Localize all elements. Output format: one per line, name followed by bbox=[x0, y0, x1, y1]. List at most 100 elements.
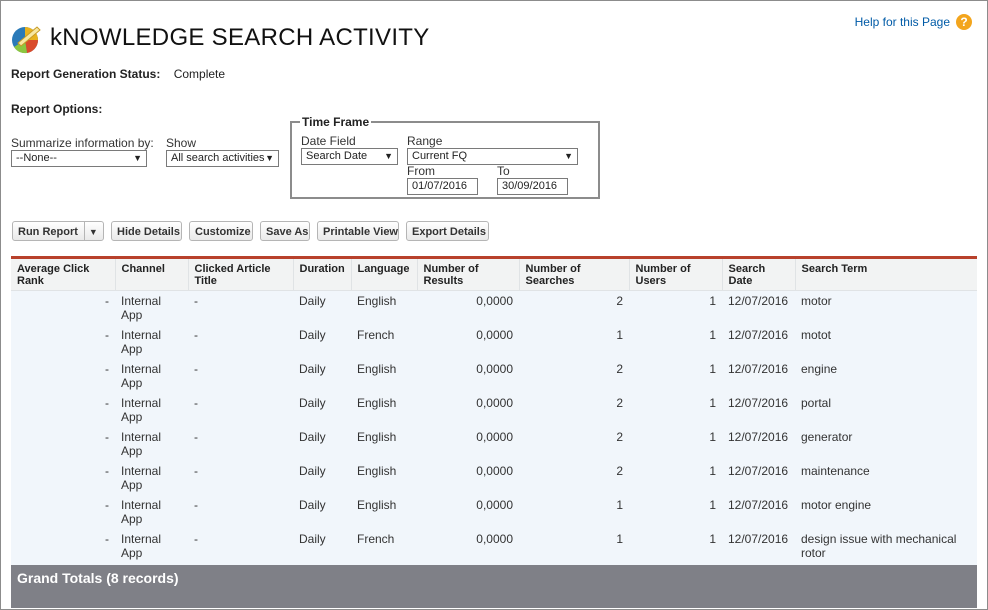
chevron-down-icon: ▼ bbox=[133, 153, 142, 163]
table-cell: - bbox=[194, 294, 198, 308]
table-cell: 1 bbox=[709, 498, 716, 512]
table-cell: 0,0000 bbox=[476, 362, 513, 376]
table-cell: 12/07/2016 bbox=[728, 532, 789, 546]
table-cell: - bbox=[105, 498, 109, 512]
button-divider bbox=[83, 222, 85, 240]
table-cell: - bbox=[194, 464, 198, 478]
table-cell: Daily bbox=[299, 532, 326, 546]
table-cell: Daily bbox=[299, 362, 326, 376]
table-cell: 12/07/2016 bbox=[728, 498, 789, 512]
table-cell: Internal App bbox=[121, 430, 162, 458]
table-cell: Internal App bbox=[121, 464, 162, 492]
save-as-button[interactable]: Save As bbox=[260, 221, 310, 241]
table-cell: Daily bbox=[299, 328, 326, 342]
table-cell: - bbox=[194, 362, 198, 376]
table-cell: motor bbox=[801, 294, 832, 308]
hide-details-button[interactable]: Hide Details bbox=[111, 221, 182, 241]
range-label: Range bbox=[407, 134, 443, 148]
customize-button[interactable]: Customize bbox=[189, 221, 253, 241]
table-cell: Internal App bbox=[121, 532, 162, 560]
table-cell: portal bbox=[801, 396, 832, 410]
summarize-select-value: --None-- bbox=[16, 152, 57, 164]
table-row: - Internal App - Daily English 0,0000 2 1 12/07/… bbox=[11, 291, 977, 326]
table-cell: 12/07/2016 bbox=[728, 294, 789, 308]
table-cell: 1 bbox=[709, 532, 716, 546]
table-cell: 2 bbox=[616, 362, 623, 376]
from-date-input[interactable]: 01/07/2016 bbox=[407, 178, 478, 195]
chevron-down-icon: ▼ bbox=[384, 151, 393, 161]
to-date-input[interactable]: 30/09/2016 bbox=[497, 178, 568, 195]
table-cell: Daily bbox=[299, 396, 326, 410]
run-report-button[interactable]: Run Report ▼ bbox=[12, 221, 104, 241]
table-cell: maintenance bbox=[801, 464, 870, 478]
table-row: - Internal App - Daily English 0,0000 2 1 12/07/… bbox=[11, 393, 977, 427]
date-field-value: Search Date bbox=[306, 150, 368, 162]
summarize-select[interactable]: --None-- ▼ bbox=[11, 150, 147, 167]
table-cell: - bbox=[105, 294, 109, 308]
table-cell: 12/07/2016 bbox=[728, 430, 789, 444]
table-cell: - bbox=[105, 464, 109, 478]
report-table: Average Click Rank Channel Clicked Article… bbox=[11, 259, 977, 563]
range-select[interactable]: Current FQ ▼ bbox=[407, 148, 578, 165]
grand-totals-label: Grand Totals (8 records) bbox=[17, 570, 179, 586]
table-cell: - bbox=[194, 430, 198, 444]
table-cell: 1 bbox=[616, 328, 623, 342]
status-value: Complete bbox=[173, 67, 226, 81]
column-header[interactable]: Channel bbox=[115, 259, 189, 291]
time-frame-legend: Time Frame bbox=[302, 115, 370, 129]
table-cell: - bbox=[105, 362, 109, 376]
column-header[interactable]: Number of Results bbox=[417, 259, 520, 291]
page-header: kNOWLEDGE SEARCH ACTIVITY bbox=[10, 18, 430, 58]
table-cell: English bbox=[357, 498, 397, 512]
table-cell: English bbox=[357, 430, 397, 444]
show-select-value: All search activities bbox=[171, 152, 265, 164]
show-select[interactable]: All search activities ▼ bbox=[166, 150, 279, 167]
table-cell: 1 bbox=[709, 430, 716, 444]
table-cell: - bbox=[194, 396, 198, 410]
help-link[interactable]: Help for this Page bbox=[855, 15, 950, 29]
column-header[interactable]: Search Term bbox=[795, 259, 977, 291]
column-header[interactable]: Number of Searches bbox=[519, 259, 630, 291]
table-cell: Daily bbox=[299, 294, 326, 308]
table-cell: - bbox=[105, 532, 109, 546]
column-header[interactable]: Duration bbox=[293, 259, 352, 291]
chevron-down-icon: ▼ bbox=[265, 153, 274, 163]
date-field-select[interactable]: Search Date ▼ bbox=[301, 148, 398, 165]
table-cell: motot bbox=[801, 328, 832, 342]
table-row: - Internal App - Daily English 0,0000 2 1 12/07/… bbox=[11, 359, 977, 393]
table-cell: Daily bbox=[299, 464, 326, 478]
chevron-down-icon[interactable]: ▼ bbox=[89, 227, 98, 237]
column-header[interactable]: Number of Users bbox=[629, 259, 723, 291]
table-row: - Internal App - Daily French 0,0000 1 1 12/07/2… bbox=[11, 529, 977, 563]
table-cell: 2 bbox=[616, 430, 623, 444]
table-cell: - bbox=[194, 532, 198, 546]
help-area: Help for this Page ? bbox=[855, 14, 972, 30]
report-table-container: Average Click Rank Channel Clicked Article… bbox=[11, 256, 977, 589]
column-header[interactable]: Average Click Rank bbox=[11, 259, 116, 291]
column-header[interactable]: Language bbox=[351, 259, 418, 291]
table-cell: - bbox=[194, 498, 198, 512]
table-cell: 1 bbox=[616, 532, 623, 546]
column-header[interactable]: Search Date bbox=[722, 259, 796, 291]
page-title: kNOWLEDGE SEARCH ACTIVITY bbox=[50, 24, 430, 51]
table-cell: generator bbox=[801, 430, 853, 444]
table-cell: 1 bbox=[709, 396, 716, 410]
range-value: Current FQ bbox=[412, 150, 468, 162]
help-icon[interactable]: ? bbox=[956, 14, 972, 30]
table-cell: 1 bbox=[709, 362, 716, 376]
table-cell: 1 bbox=[616, 498, 623, 512]
printable-view-button[interactable]: Printable View bbox=[317, 221, 399, 241]
report-status: Report Generation Status: Complete bbox=[11, 67, 225, 81]
table-cell: 12/07/2016 bbox=[728, 328, 789, 342]
report-options-label: Report Options: bbox=[11, 102, 103, 116]
column-header[interactable]: Clicked Article Title bbox=[188, 259, 294, 291]
table-cell: 1 bbox=[709, 464, 716, 478]
table-cell: 12/07/2016 bbox=[728, 464, 789, 478]
table-cell: Internal App bbox=[121, 294, 162, 322]
table-cell: 2 bbox=[616, 464, 623, 478]
table-cell: 12/07/2016 bbox=[728, 362, 789, 376]
table-cell: 0,0000 bbox=[476, 464, 513, 478]
table-cell: - bbox=[194, 328, 198, 342]
to-label: To bbox=[497, 164, 510, 178]
export-details-button[interactable]: Export Details bbox=[406, 221, 489, 241]
